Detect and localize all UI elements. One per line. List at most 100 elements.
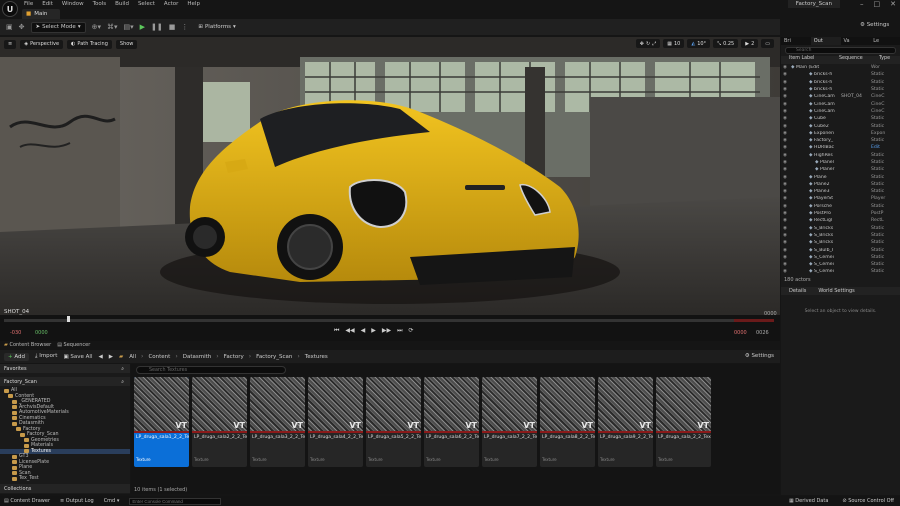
step-back-icon[interactable]: ◀◀ xyxy=(345,327,354,335)
outliner-row[interactable]: ◉ ◆ HDRIBac Edit xyxy=(781,144,900,151)
tree-item[interactable]: Tex_Test xyxy=(0,476,130,482)
perspective-button[interactable]: ◈ Perspective xyxy=(20,39,64,49)
derived-data-button[interactable]: ▦ Derived Data xyxy=(789,498,828,504)
reverse-icon[interactable]: ◀ xyxy=(361,327,366,335)
search-icon[interactable]: ⌕ xyxy=(121,379,124,385)
outliner-row[interactable]: ◉ ◆ S_Cemei Static xyxy=(781,261,900,268)
visibility-eye-icon[interactable]: ◉ xyxy=(781,167,789,172)
outliner-row[interactable]: ◉ ◆ Factory_ Static xyxy=(781,137,900,144)
content-drawer-button[interactable]: ▤ Content Drawer xyxy=(4,498,50,504)
end-frame-right[interactable]: 0026 xyxy=(756,330,769,336)
console-command-input[interactable] xyxy=(129,497,222,505)
visibility-eye-icon[interactable]: ◉ xyxy=(781,109,789,114)
angle-snap-button[interactable]: ◭ 10° xyxy=(687,39,711,48)
col-sequence[interactable]: Sequence xyxy=(839,56,879,64)
col-item-label[interactable]: Item Label xyxy=(781,56,839,64)
asset-search-input[interactable]: Search Textures xyxy=(136,366,286,374)
outliner-row[interactable]: ◉ ◆ S_Bricks Static xyxy=(781,225,900,232)
menu-select[interactable]: Select xyxy=(138,1,155,7)
visibility-eye-icon[interactable]: ◉ xyxy=(781,218,789,223)
start-frame-red[interactable]: -030 xyxy=(10,330,21,336)
pause-icon[interactable]: ❚❚ xyxy=(151,23,163,31)
jump-start-icon[interactable]: ⏮ xyxy=(334,327,339,335)
breadcrumb-item[interactable]: All xyxy=(129,354,136,360)
save-all-button[interactable]: ▣ Save All xyxy=(63,354,92,360)
breadcrumb-item[interactable]: Datasmith xyxy=(183,354,212,360)
tab-bridge[interactable]: Bri xyxy=(781,37,811,45)
visibility-eye-icon[interactable]: ◉ xyxy=(781,65,789,70)
outliner-row[interactable]: ◉ ◆ PlayerSt Player xyxy=(781,195,900,202)
output-log-button[interactable]: ≡ Output Log xyxy=(60,498,94,504)
menu-edit[interactable]: Edit xyxy=(42,1,53,7)
outliner-row[interactable]: ◉ ◆ Exponen Expon xyxy=(781,130,900,137)
visibility-eye-icon[interactable]: ◉ xyxy=(781,248,789,253)
outliner-row[interactable]: ◉ ◆ CineCam SHOT_04 CineC xyxy=(781,93,900,100)
outliner-row[interactable]: ◉ ◆ Cube2 Static xyxy=(781,122,900,129)
close-icon[interactable]: ✕ xyxy=(890,0,896,8)
outliner-row[interactable]: ◉ ◆ PostPro PostP xyxy=(781,210,900,217)
outliner-row[interactable]: ◉ ◆ Main (Edit Wor xyxy=(781,64,900,71)
visibility-eye-icon[interactable]: ◉ xyxy=(781,226,789,231)
stop-icon[interactable]: ■ xyxy=(169,23,176,31)
visibility-eye-icon[interactable]: ◉ xyxy=(781,255,789,260)
menu-window[interactable]: Window xyxy=(62,1,84,7)
outliner-row[interactable]: ◉ ◆ S_Bulb_I Static xyxy=(781,246,900,253)
outliner-row[interactable]: ◉ ◆ Planer Static xyxy=(781,166,900,173)
asset-tile[interactable]: VT LP_druga_sala6_2_2_Tex Texture xyxy=(424,377,479,467)
visibility-eye-icon[interactable]: ◉ xyxy=(781,138,789,143)
outliner-row[interactable]: ◉ ◆ S_Bricks Static xyxy=(781,232,900,239)
outliner-row[interactable]: ◉ ◆ Plane2 Static xyxy=(781,181,900,188)
outliner-row[interactable]: ◉ ◆ bricks-h Static xyxy=(781,86,900,93)
tab-levels[interactable]: Le xyxy=(870,37,900,45)
save-icon[interactable]: ▣ xyxy=(6,23,13,31)
select-mode-button[interactable]: ➤ Select Mode ▾ xyxy=(30,21,86,33)
start-frame-green[interactable]: 0000 xyxy=(35,330,48,336)
history-forward-icon[interactable]: ▶ xyxy=(109,354,113,360)
loop-icon[interactable]: ⟳ xyxy=(409,327,414,335)
import-button[interactable]: ⤓ Import xyxy=(35,353,57,360)
grid-snap-button[interactable]: ▦ 10 xyxy=(663,39,685,48)
step-forward-icon[interactable]: ▶▶ xyxy=(382,327,391,335)
outliner-search-input[interactable]: Search xyxy=(785,47,896,54)
tab-variants[interactable]: Va xyxy=(841,37,871,45)
platforms-button[interactable]: ⊞ Platforms ▾ xyxy=(194,22,239,33)
blueprint-icon[interactable]: ⌘▾ xyxy=(107,23,118,31)
outliner-row[interactable]: ◉ ◆ RectLigl RectL xyxy=(781,217,900,224)
project-section[interactable]: Factory_Scan ⌕ xyxy=(0,377,130,386)
jump-end-icon[interactable]: ⏭ xyxy=(397,327,402,335)
scale-snap-button[interactable]: ⤡ 0.25 xyxy=(713,39,739,48)
favorites-section[interactable]: Favorites ⌕ xyxy=(0,364,130,373)
visibility-eye-icon[interactable]: ◉ xyxy=(781,94,789,99)
visibility-eye-icon[interactable]: ◉ xyxy=(781,240,789,245)
menu-file[interactable]: File xyxy=(24,1,33,7)
visibility-eye-icon[interactable]: ◉ xyxy=(781,72,789,77)
camera-speed-button[interactable]: ▶ 2 xyxy=(741,39,759,48)
cinematics-icon[interactable]: ▤▾ xyxy=(123,23,133,31)
play-icon[interactable]: ▶ xyxy=(371,327,376,335)
asset-tile[interactable]: VT LP_druga_sala2_2_2_Tex Texture xyxy=(192,377,247,467)
visibility-eye-icon[interactable]: ◉ xyxy=(781,211,789,216)
visibility-eye-icon[interactable]: ◉ xyxy=(781,160,789,165)
outliner-row[interactable]: ◉ ◆ bricks-h Static xyxy=(781,71,900,78)
add-content-icon[interactable]: ⊕▾ xyxy=(92,23,101,31)
visibility-eye-icon[interactable]: ◉ xyxy=(781,102,789,107)
asset-tile[interactable]: VT LP_druga_sala8_2_2_Tex Texture xyxy=(540,377,595,467)
asset-tile[interactable]: VT LP_druga_sala1_2_2_Tex Texture xyxy=(134,377,189,467)
menu-tools[interactable]: Tools xyxy=(93,1,107,7)
breadcrumb-item[interactable]: Content xyxy=(148,354,170,360)
viewport-layout-icon[interactable]: ▭ xyxy=(761,39,774,48)
asset-tile[interactable]: VT LP_druga_sala9_2_2_Tex Texture xyxy=(598,377,653,467)
breadcrumb-item[interactable]: Factory_Scan xyxy=(256,354,292,360)
end-frame-red[interactable]: 0000 xyxy=(734,330,747,336)
asset-tile[interactable]: VT LP_druga_sala_2_2_Tex Texture xyxy=(656,377,711,467)
outliner-row[interactable]: ◉ ◆ bricks-h Static xyxy=(781,79,900,86)
modes-icon[interactable]: ✥ xyxy=(19,23,25,31)
visibility-eye-icon[interactable]: ◉ xyxy=(781,204,789,209)
asset-tile[interactable]: VT LP_druga_sala3_2_2_Tex Texture xyxy=(250,377,305,467)
outliner-row[interactable]: ◉ ◆ Cube Static xyxy=(781,115,900,122)
asset-tile[interactable]: VT LP_druga_sala4_2_2_Tex Texture xyxy=(308,377,363,467)
visibility-eye-icon[interactable]: ◉ xyxy=(781,196,789,201)
outliner-row[interactable]: ◉ ◆ CineCam CineC xyxy=(781,100,900,107)
asset-tile[interactable]: VT LP_druga_sala7_2_2_Tex Texture xyxy=(482,377,537,467)
collections-section[interactable]: Collections xyxy=(0,484,130,493)
